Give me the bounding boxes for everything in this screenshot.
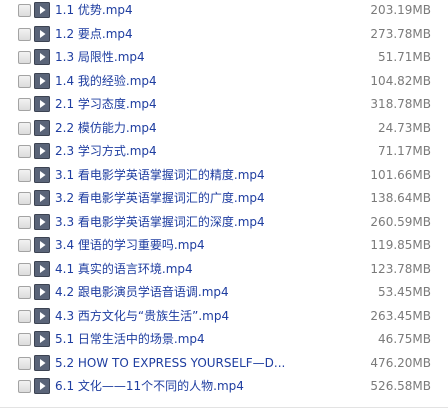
file-row[interactable]: 4.2 跟电影演员学语音语调.mp4 53.45MB [0,282,448,306]
file-row[interactable]: 1.3 局限性.mp4 51.71MB [0,47,448,71]
file-name[interactable]: 3.2 看电影学英语掌握词汇的广度.mp4 [55,189,265,207]
video-file-icon [34,284,50,300]
file-row[interactable]: 3.4 俚语的学习重要吗.mp4 119.85MB [0,235,448,259]
file-checkbox[interactable] [18,145,31,158]
file-name[interactable]: 2.3 学习方式.mp4 [55,142,157,160]
video-file-icon [34,378,50,394]
file-checkbox[interactable] [18,262,31,276]
file-checkbox[interactable] [18,192,31,205]
video-file-icon [34,143,50,159]
file-checkbox[interactable] [18,74,31,88]
file-row[interactable]: 2.2 模仿能力.mp4 24.73MB [0,118,448,142]
file-row[interactable]: 3.3 看电影学英语掌握词汇的深度.mp4 260.59MB [0,212,448,236]
file-row[interactable]: 1.4 我的经验.mp4 104.82MB [0,71,448,95]
file-row[interactable]: 5.2 HOW TO EXPRESS YOURSELF—D... 476.20M… [0,353,448,377]
file-size: 123.78MB [370,261,431,276]
file-name[interactable]: 2.2 模仿能力.mp4 [55,119,157,137]
file-name[interactable]: 4.1 真实的语言环境.mp4 [55,260,193,278]
file-row[interactable]: 3.2 看电影学英语掌握词汇的广度.mp4 138.64MB [0,188,448,212]
file-size: 46.75MB [378,332,431,346]
file-size: 318.78MB [370,97,431,111]
file-name[interactable]: 1.1 优势.mp4 [55,1,133,19]
file-size: 138.64MB [370,191,431,205]
file-name[interactable]: 3.1 看电影学英语掌握词汇的精度.mp4 [55,166,265,184]
file-row[interactable]: 1.1 优势.mp4 203.19MB [0,0,448,24]
video-file-icon [34,25,50,42]
file-row[interactable]: 3.1 看电影学英语掌握词汇的精度.mp4 101.66MB [0,165,448,189]
file-checkbox[interactable] [18,98,31,111]
file-name[interactable]: 3.3 看电影学英语掌握词汇的深度.mp4 [55,213,265,231]
video-file-icon [34,190,50,206]
file-name[interactable]: 2.1 学习态度.mp4 [55,95,157,113]
file-size: 53.45MB [378,285,431,299]
file-size: 263.45MB [370,308,431,323]
video-file-icon [34,96,50,112]
file-size: 104.82MB [370,73,431,88]
video-file-icon [34,331,50,347]
file-name[interactable]: 1.3 局限性.mp4 [55,48,145,66]
file-size: 24.73MB [378,120,431,135]
video-file-icon [34,237,50,253]
file-name[interactable]: 1.2 要点.mp4 [55,25,133,43]
file-row[interactable]: 5.1 日常生活中的场景.mp4 46.75MB [0,329,448,353]
file-checkbox[interactable] [18,27,31,41]
file-size: 260.59MB [370,214,431,229]
file-list: 1.1 优势.mp4 203.19MB 1.2 要点.mp4 273.78MB … [0,0,448,408]
file-checkbox[interactable] [18,121,31,135]
file-size: 526.58MB [370,379,431,393]
video-file-icon [34,49,50,65]
file-row[interactable]: 4.1 真实的语言环境.mp4 123.78MB [0,259,448,283]
file-row[interactable]: 4.3 西方文化与“贵族生活”.mp4 263.45MB [0,306,448,330]
file-row[interactable]: 2.3 学习方式.mp4 71.17MB [0,141,448,165]
file-checkbox[interactable] [18,333,31,346]
file-checkbox[interactable] [18,51,31,64]
file-name[interactable]: 3.4 俚语的学习重要吗.mp4 [55,236,205,254]
video-file-icon [34,307,50,324]
file-size: 476.20MB [370,355,431,370]
file-row[interactable]: 2.1 学习态度.mp4 318.78MB [0,94,448,118]
file-checkbox[interactable] [18,309,31,323]
file-checkbox[interactable] [18,215,31,229]
file-name[interactable]: 4.3 西方文化与“贵族生活”.mp4 [55,307,229,325]
video-file-icon [34,2,50,18]
file-name[interactable]: 1.4 我的经验.mp4 [55,72,157,90]
file-checkbox[interactable] [18,168,31,182]
file-name[interactable]: 5.1 日常生活中的场景.mp4 [55,330,205,348]
video-file-icon [34,213,50,230]
file-name[interactable]: 6.1 文化——11个不同的人物.mp4 [55,377,244,395]
video-file-icon [34,260,50,277]
file-row[interactable]: 1.2 要点.mp4 273.78MB [0,24,448,48]
file-checkbox[interactable] [18,380,31,393]
file-size: 71.17MB [378,144,431,158]
file-size: 101.66MB [370,167,431,182]
video-file-icon [34,72,50,89]
file-name[interactable]: 4.2 跟电影演员学语音语调.mp4 [55,283,229,301]
video-file-icon [34,119,50,136]
file-checkbox[interactable] [18,356,31,370]
file-checkbox[interactable] [18,286,31,299]
file-checkbox[interactable] [18,4,31,17]
video-file-icon [34,166,50,183]
file-size: 119.85MB [370,238,431,252]
file-size: 51.71MB [378,50,431,64]
file-size: 273.78MB [370,26,431,41]
file-row[interactable]: 6.1 文化——11个不同的人物.mp4 526.58MB [0,376,448,400]
file-checkbox[interactable] [18,239,31,252]
file-size: 203.19MB [370,3,431,17]
video-file-icon [34,354,50,371]
file-name[interactable]: 5.2 HOW TO EXPRESS YOURSELF—D... [55,354,285,372]
